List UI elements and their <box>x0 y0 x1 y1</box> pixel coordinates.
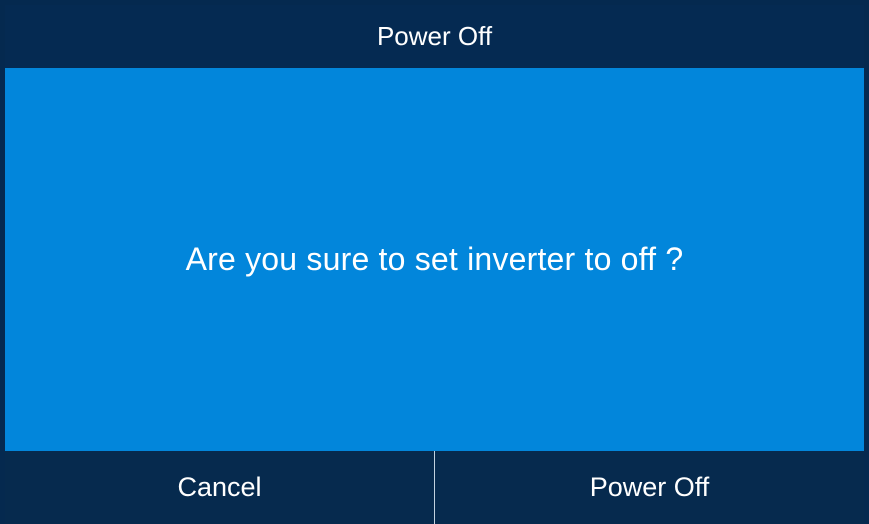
dialog-title: Power Off <box>5 5 864 68</box>
power-off-dialog: Power Off Are you sure to set inverter t… <box>0 0 869 524</box>
confirmation-message: Are you sure to set inverter to off ? <box>185 241 684 277</box>
confirmation-message-area: Are you sure to set inverter to off ? <box>5 68 864 451</box>
power-off-button[interactable]: Power Off <box>435 451 864 524</box>
cancel-button[interactable]: Cancel <box>5 451 434 524</box>
button-divider <box>434 451 435 524</box>
dialog-actions: Cancel Power Off <box>5 451 864 524</box>
